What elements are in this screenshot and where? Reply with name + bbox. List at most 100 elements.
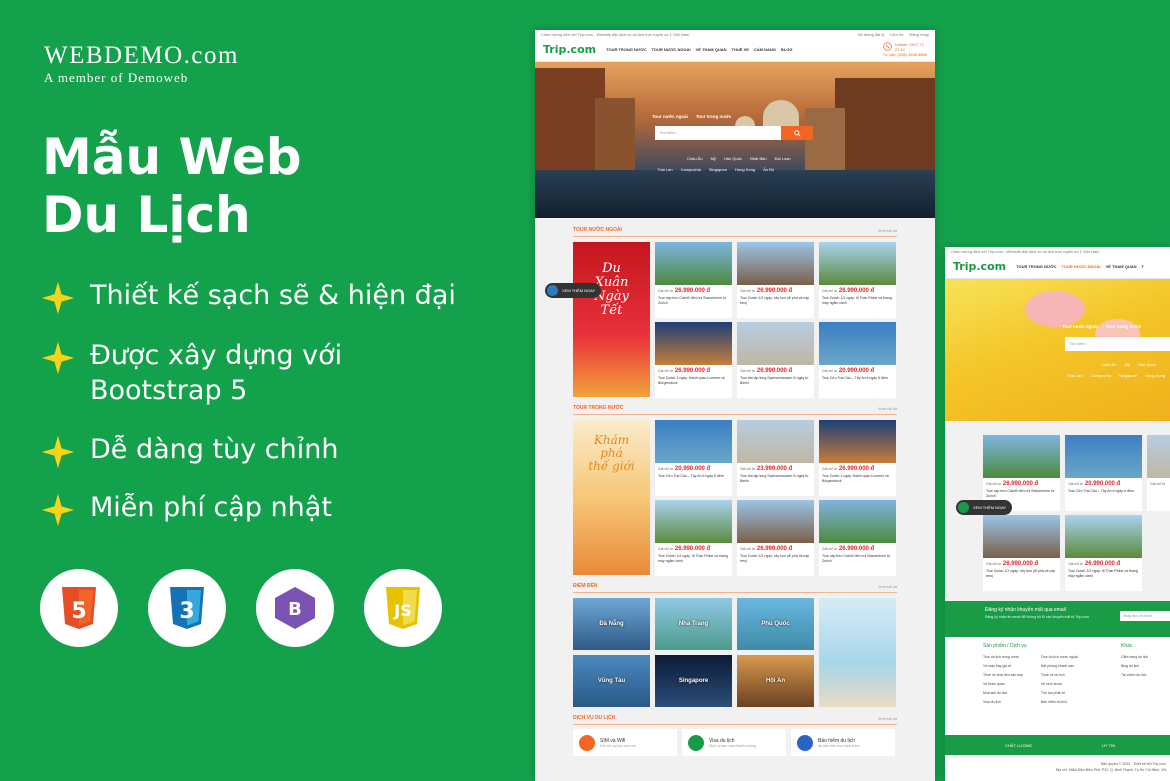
- tech-badges: 5 3 B JS: [40, 569, 442, 647]
- footer-link[interactable]: Vé tham quan: [983, 680, 1023, 689]
- nav-domestic-tour[interactable]: TOUR TRONG NƯỚC: [1016, 264, 1056, 269]
- footer-link[interactable]: Vé máy bay giá rẻ: [983, 662, 1023, 671]
- brand: WEBDEMO.com A member of Demoweb: [44, 42, 239, 86]
- float-see-more-button[interactable]: XEM THÊM NGAY: [545, 283, 602, 298]
- wifi-icon: [579, 734, 595, 751]
- service-card[interactable]: Bảo hiểm du lịch An tâm trên mọi hành trì…: [791, 729, 895, 756]
- footer-link[interactable]: Mua sim du lịch: [983, 689, 1023, 698]
- hot-link[interactable]: Hong Kong: [735, 164, 755, 175]
- search-input[interactable]: Tìm kiếm...: [1065, 337, 1170, 351]
- tour-card[interactable]: Giá chỉ từ 26.990.000 đ Tour Zurich 1/2 n…: [737, 500, 814, 576]
- section-services-title: DỊCH VỤ DU LỊCH: [573, 715, 616, 721]
- hero-title: Mẫu Web Du Lịch: [42, 128, 302, 244]
- newsletter-email-input[interactable]: Nhập địa chỉ email: [1120, 611, 1170, 621]
- destination-tile[interactable]: Nha Trang: [655, 598, 732, 650]
- footer-link[interactable]: Đặt phòng khách sạn: [1041, 662, 1078, 671]
- explore-banner[interactable]: Khám phá thế giới: [573, 420, 650, 575]
- tour-card[interactable]: Giá chỉ từ 26.990.000 đ Tour Zurich 1 ngà…: [819, 420, 896, 496]
- tour-card[interactable]: Giá chỉ từ 26.990.000 đ Tour cáp treo Cab…: [819, 500, 896, 576]
- nav-car-rental[interactable]: THUÊ XE: [732, 47, 749, 52]
- footer-link[interactable]: Tài chính du lịch: [1121, 671, 1148, 680]
- destination-tile[interactable]: Đà Nẵng: [573, 598, 650, 650]
- nav-tickets[interactable]: VÉ THAM QUAN: [1106, 264, 1137, 269]
- tab-domestic[interactable]: Tour trong nước: [696, 114, 731, 119]
- js-badge: JS: [364, 569, 442, 647]
- footer-link[interactable]: Thủ tục phát vé: [1041, 689, 1078, 698]
- topbar-welcome: Chào mừng đến với Trip.com - Website đặt…: [541, 32, 690, 37]
- tour-card[interactable]: Giá chỉ từ 26.990.000 đ Tour Zurich 1/2 n…: [737, 242, 814, 318]
- site-navbar: Trip.com TOUR TRONG NƯỚC TOUR NƯỚC NGOÀI…: [945, 255, 1170, 279]
- topbar-agency-link[interactable]: Hệ thống đại lý: [858, 32, 885, 37]
- see-all-link[interactable]: Xem tất cả: [878, 584, 897, 589]
- nav-domestic-tour[interactable]: TOUR TRONG NƯỚC: [606, 47, 646, 52]
- nav-foreign-tour[interactable]: TOUR NƯỚC NGOÀI: [652, 47, 691, 52]
- nav-more[interactable]: T: [1142, 264, 1144, 269]
- hot-link[interactable]: Ấn Độ: [763, 164, 774, 175]
- footer-link[interactable]: Thuê xe đưa đón sân bay: [983, 671, 1023, 680]
- search-button[interactable]: [781, 126, 813, 140]
- tour-card[interactable]: Giá chỉ từ 26.990.000 đ Tour Zurich 1/2 n…: [983, 515, 1060, 591]
- tour-card[interactable]: Giá chỉ từ 20.990.000 đ Tour Cửu Trại Câu…: [1065, 435, 1142, 511]
- nav-tickets[interactable]: VÉ THAM QUAN: [696, 47, 727, 52]
- footer-link[interactable]: Thuê xe du lịch: [1041, 671, 1078, 680]
- service-card[interactable]: Visa du lịch Dịch vụ làm visa nhanh chóng: [682, 729, 786, 756]
- domestic-tour-grid: Khám phá thế giới Giá chỉ từ 20.990.000 …: [573, 420, 897, 580]
- sparkle-icon: [41, 435, 75, 469]
- tour-card[interactable]: Giá chỉ từ 26.990.000 đ Tour Zurich 1/2 n…: [819, 242, 896, 318]
- hot-link[interactable]: Singapore: [709, 164, 727, 175]
- tab-foreign[interactable]: Tour nước ngoài: [652, 114, 688, 119]
- hot-link[interactable]: Campuchia: [681, 164, 701, 175]
- visa-icon: [688, 734, 704, 751]
- site-logo[interactable]: Trip.com: [953, 260, 1006, 273]
- tour-card[interactable]: Giá chỉ từ 23.990.000 đ Tour trải tập tun…: [737, 420, 814, 496]
- topbar-login-link[interactable]: Đăng nhập: [909, 32, 929, 37]
- footer-link[interactable]: Visa du lịch: [983, 698, 1023, 707]
- css3-icon: 3: [170, 587, 204, 629]
- site-logo[interactable]: Trip.com: [543, 43, 596, 56]
- service-list: SIM và Wifi Kết nối mọi lúc mọi nơi Visa …: [573, 729, 897, 763]
- hot-link[interactable]: Mỹ: [711, 153, 716, 164]
- hot-link[interactable]: Thái Lan: [657, 164, 673, 175]
- hot-link[interactable]: Hàn Quốc: [724, 153, 742, 164]
- tour-card[interactable]: Giá chỉ từ 20.990.000 đ Tour Cửu Trại Câu…: [819, 322, 896, 398]
- tour-card[interactable]: Giá chỉ từ 26.990.000 đ Tour Zurich 1 ngà…: [655, 322, 732, 398]
- feature-text-line2: Bootstrap 5: [90, 375, 248, 406]
- tet-banner[interactable]: Du Xuân Ngày Tết: [573, 242, 650, 397]
- footer-link[interactable]: Blog du lịch: [1121, 662, 1148, 671]
- destination-tile[interactable]: Vũng Tàu: [573, 655, 650, 707]
- footer-link[interactable]: Tour du lịch nước ngoài: [1041, 653, 1078, 662]
- destination-tile[interactable]: Phú Quốc: [737, 598, 814, 650]
- tour-card[interactable]: Giá chỉ từ 26.990.000 đ Tour Zurich 1/2 n…: [1065, 515, 1142, 591]
- phone-icon: [883, 42, 892, 51]
- destination-tile[interactable]: Hội An: [737, 655, 814, 707]
- see-all-link[interactable]: Xem tất cả: [878, 716, 897, 721]
- quality-badge: CHẤT LƯỢNG: [1005, 742, 1032, 748]
- destination-family-photo[interactable]: [819, 598, 896, 707]
- tour-card[interactable]: Giá chỉ từ 20.990.000 đ Tour Cửu Trại Câu…: [655, 420, 732, 496]
- tour-card[interactable]: Giá chỉ từ 26.990.000 đ Tour cáp treo Cab…: [655, 242, 732, 318]
- topbar-contact-link[interactable]: Liên hệ: [890, 32, 903, 37]
- site-topbar: Chào mừng đến với Trip.com - Website đặt…: [945, 247, 1170, 255]
- search-tabs: Tour nước ngoài Tour trong nước: [652, 114, 731, 119]
- tour-card[interactable]: Giá chỉ từ 26.990.000 đ Tour Zurich 1/2 n…: [655, 500, 732, 576]
- hot-link[interactable]: Đài Loan: [775, 153, 791, 164]
- nav-foreign-tour[interactable]: TOUR NƯỚC NGOÀI: [1062, 264, 1101, 269]
- service-card[interactable]: SIM và Wifi Kết nối mọi lúc mọi nơi: [573, 729, 677, 756]
- topbar-welcome: Chào mừng đến với Trip.com - Website đặt…: [951, 249, 1100, 254]
- nav-handbook[interactable]: CẨM NANG: [754, 47, 776, 52]
- tour-card[interactable]: Giá chỉ từ 26.990.000 đ Tour trải tập tun…: [737, 322, 814, 398]
- see-all-link[interactable]: Xem tất cả: [878, 406, 897, 411]
- see-all-link[interactable]: Xem tất cả: [878, 228, 897, 233]
- nav-blog[interactable]: BLOG: [781, 47, 793, 52]
- sparkle-icon: [41, 341, 75, 375]
- footer-link[interactable]: Vé xem show: [1041, 680, 1078, 689]
- footer-link[interactable]: Tour du lịch trong nước: [983, 653, 1023, 662]
- tour-card[interactable]: Giá chỉ từ: [1147, 435, 1170, 511]
- destination-tile[interactable]: Singapore: [655, 655, 732, 707]
- float-see-more-button[interactable]: XEM THÊM NGAY: [956, 500, 1013, 515]
- footer-link[interactable]: Cẩm nang du lịch: [1121, 653, 1148, 662]
- footer-link[interactable]: Bảo hiểm du lịch: [1041, 698, 1078, 707]
- hot-link[interactable]: Nhật Bản: [750, 153, 767, 164]
- hot-link[interactable]: Châu Âu: [687, 153, 703, 164]
- html5-icon: 5: [62, 587, 96, 629]
